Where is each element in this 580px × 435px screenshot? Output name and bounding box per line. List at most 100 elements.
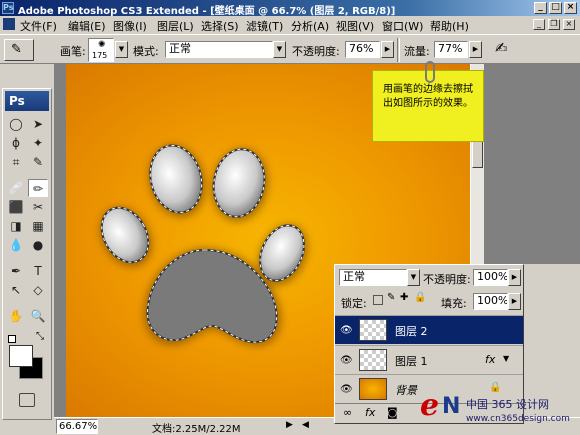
visibility-eye-icon[interactable]: 👁 — [340, 325, 353, 336]
healing-brush-tool-icon[interactable]: 🩹 — [6, 179, 26, 197]
airbrush-icon[interactable]: ✍ — [495, 39, 508, 57]
foreground-color-swatch[interactable] — [9, 345, 33, 367]
magic-wand-tool-icon[interactable]: ✦ — [28, 134, 48, 152]
menu-image[interactable]: 图像(I) — [113, 18, 147, 34]
layer-opacity-slider-button[interactable]: ▶ — [508, 269, 521, 286]
blur-tool-icon[interactable]: 💧 — [6, 236, 26, 254]
visibility-eye-icon[interactable]: 👁 — [340, 384, 353, 395]
add-mask-icon[interactable]: ◙ — [387, 406, 398, 419]
airbrush-toggle[interactable] — [397, 38, 400, 62]
brush-size: 175 — [92, 51, 108, 60]
move-tool-icon[interactable]: ➤ — [28, 115, 48, 133]
type-tool-icon[interactable]: T — [28, 262, 48, 280]
brush-picker[interactable]: ✺ 175 — [88, 38, 114, 62]
window-title: Adobe Photoshop CS3 Extended - [壁纸桌面 @ 6… — [18, 6, 396, 17]
dodge-tool-icon[interactable]: ● — [28, 236, 48, 254]
minimize-button[interactable]: _ — [534, 2, 547, 14]
layer-thumbnail — [359, 319, 387, 341]
mode-label: 模式: — [133, 45, 159, 58]
layer-opacity-label: 不透明度: — [423, 273, 471, 286]
layer-effects-badge[interactable]: fx — [485, 353, 495, 366]
menu-window[interactable]: 窗口(W) — [382, 18, 423, 34]
tutorial-note: 用画笔的边缘去擦拭出如图所示的效果。 — [372, 61, 484, 142]
brush-label: 画笔: — [60, 45, 86, 58]
blend-mode-dropdown-button[interactable]: ▼ — [407, 269, 420, 286]
opacity-label: 不透明度: — [292, 45, 340, 58]
expand-effects-icon[interactable]: ▼ — [503, 354, 509, 363]
maximize-button[interactable]: □ — [549, 2, 562, 14]
shape-tool-icon[interactable]: ◇ — [28, 281, 48, 299]
doc-close-button[interactable]: × — [563, 19, 575, 30]
clone-stamp-tool-icon[interactable]: ⬛ — [6, 198, 26, 216]
menu-app-icon[interactable] — [3, 18, 15, 30]
brush-dropdown-button[interactable]: ▼ — [115, 41, 128, 58]
lock-all-icon[interactable]: 🔒 — [414, 292, 426, 303]
document-size: 文档:2.25M/2.22M — [152, 424, 241, 435]
opacity-input[interactable]: 76% — [345, 41, 380, 58]
flow-slider-button[interactable]: ▶ — [469, 41, 482, 58]
layer-name: 图层 2 — [395, 325, 428, 338]
crop-tool-icon[interactable]: ⌗ — [6, 153, 26, 171]
lasso-tool-icon[interactable]: ϕ — [6, 134, 26, 152]
ps-logo: Ps — [5, 91, 49, 111]
brush-tool-icon: ✎ — [11, 42, 22, 57]
flow-input[interactable]: 77% — [434, 41, 468, 58]
menu-filter[interactable]: 滤镜(T) — [246, 18, 283, 34]
doc-minimize-button[interactable]: _ — [533, 19, 545, 30]
menu-select[interactable]: 选择(S) — [201, 18, 239, 34]
fill-label: 填充: — [441, 297, 467, 310]
zoom-level-field[interactable]: 66.67% — [56, 419, 98, 434]
quick-mask-icon[interactable] — [19, 393, 35, 407]
scroll-left-arrow-icon[interactable]: ◀ — [302, 420, 309, 430]
toolbox: Ps ◯ ➤ ϕ ✦ ⌗ ✎ 🩹 ✏ ⬛ ✂ ◨ ▦ 💧 ● ✒ T ↖ ◇ ✋… — [2, 88, 52, 420]
lock-pixels-icon[interactable]: ✎ — [387, 292, 395, 303]
status-menu-arrow-icon[interactable]: ▶ — [286, 420, 293, 430]
watermark-logo-n: N — [442, 394, 461, 419]
options-bar: ✎ 画笔: ✺ 175 ▼ 模式: 正常 ▼ 不透明度: 76% ▶ 流量: 7… — [0, 34, 580, 64]
watermark-site-name: 中国 365 设计网 — [466, 398, 549, 411]
brush-tip-icon: ✺ — [98, 40, 106, 50]
mode-dropdown-button[interactable]: ▼ — [273, 41, 286, 58]
layer-row-layer-2[interactable]: 👁 图层 2 — [335, 315, 523, 344]
layer-thumbnail — [359, 349, 387, 371]
menu-layer[interactable]: 图层(L) — [157, 18, 194, 34]
layer-opacity-input[interactable]: 100% — [473, 269, 508, 286]
menu-edit[interactable]: 编辑(E) — [68, 18, 106, 34]
doc-restore-button[interactable]: ❐ — [548, 19, 560, 30]
tutorial-note-text: 用画笔的边缘去擦拭出如图所示的效果。 — [383, 84, 473, 109]
tool-preset-picker[interactable]: ✎ — [4, 39, 34, 61]
brush-tool-icon[interactable]: ✏ — [28, 179, 48, 197]
link-layers-icon[interactable]: ∞ — [343, 406, 352, 419]
menu-help[interactable]: 帮助(H) — [430, 18, 469, 34]
menu-file[interactable]: 文件(F) — [20, 18, 57, 34]
pen-tool-icon[interactable]: ✒ — [6, 262, 26, 280]
lock-position-icon[interactable]: ✚ — [400, 292, 408, 303]
opacity-slider-button[interactable]: ▶ — [381, 41, 394, 58]
layer-row-layer-1[interactable]: 👁 图层 1 fx ▼ — [335, 345, 523, 374]
menu-analysis[interactable]: 分析(A) — [291, 18, 329, 34]
menu-view[interactable]: 视图(V) — [336, 18, 374, 34]
photoshop-window: Ps Adobe Photoshop CS3 Extended - [壁纸桌面 … — [0, 0, 580, 435]
mode-select[interactable]: 正常 — [165, 41, 273, 58]
paperclip-icon — [425, 61, 435, 83]
default-colors-icon[interactable] — [8, 335, 16, 343]
gradient-tool-icon[interactable]: ▦ — [28, 217, 48, 235]
title-bar: Ps Adobe Photoshop CS3 Extended - [壁纸桌面 … — [0, 0, 580, 17]
visibility-eye-icon[interactable]: 👁 — [340, 355, 353, 366]
hand-tool-icon[interactable]: ✋ — [6, 307, 26, 325]
fill-slider-button[interactable]: ▶ — [508, 293, 521, 310]
path-selection-tool-icon[interactable]: ↖ — [6, 281, 26, 299]
lock-transparency-icon[interactable] — [373, 295, 383, 305]
eyedropper-tool-icon[interactable]: ✎ — [28, 153, 48, 171]
flow-label: 流量: — [404, 45, 430, 58]
add-layer-style-icon[interactable]: fx — [365, 406, 375, 419]
blend-mode-select[interactable]: 正常 — [339, 269, 407, 286]
history-brush-tool-icon[interactable]: ✂ — [28, 198, 48, 216]
app-icon: Ps — [2, 2, 14, 14]
eraser-tool-icon[interactable]: ◨ — [6, 217, 26, 235]
fill-input[interactable]: 100% — [473, 293, 508, 310]
close-button[interactable]: × — [564, 2, 577, 14]
marquee-tool-icon[interactable]: ◯ — [6, 115, 26, 133]
zoom-tool-icon[interactable]: 🔍 — [28, 307, 48, 325]
swap-colors-icon[interactable]: ⤡ — [36, 331, 44, 342]
